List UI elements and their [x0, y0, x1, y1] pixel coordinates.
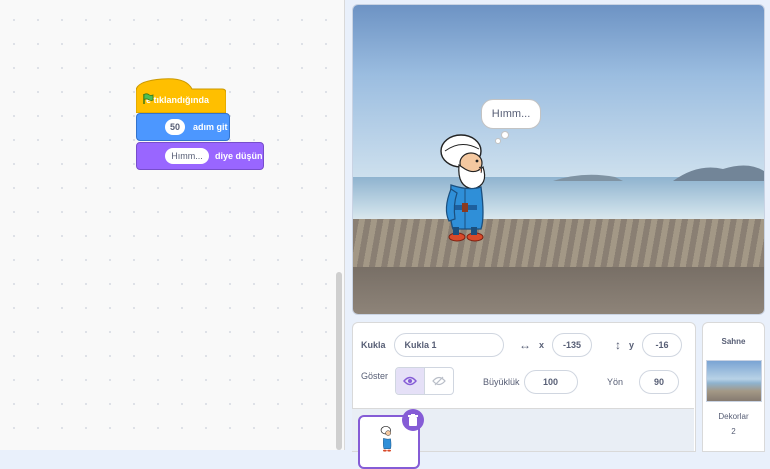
y-position-value: -16 — [655, 340, 669, 350]
direction-value: 90 — [654, 377, 665, 387]
hide-eye-slash-icon[interactable] — [425, 368, 453, 394]
vertical-arrows-icon: ↕ — [615, 338, 621, 352]
steps-input[interactable]: 50 — [165, 119, 185, 135]
sprite-character[interactable] — [435, 129, 497, 247]
stage[interactable]: Hımm... — [352, 4, 765, 315]
size-label: Büyüklük — [483, 377, 520, 387]
think-text-input[interactable]: Hımm... — [165, 148, 209, 164]
sprite-label: Kukla — [361, 340, 386, 350]
think-block[interactable]: Hımm... diye düşün — [136, 142, 264, 170]
x-position-value: -135 — [563, 340, 582, 350]
move-block-label: adım git — [193, 122, 228, 132]
x-label: x — [539, 340, 545, 350]
stage-selector-pane[interactable]: Sahne Dekorlar 2 — [702, 322, 765, 452]
vertical-scrollbar[interactable] — [336, 272, 342, 450]
think-bubble-text: Hımm... — [491, 108, 531, 120]
size-value: 100 — [543, 377, 559, 387]
move-steps-block[interactable]: 50 adım git — [136, 113, 230, 141]
script-area[interactable]: e tıklandığında 50 adım git Hımm... diye… — [0, 0, 345, 450]
when-flag-clicked-block[interactable]: e tıklandığında — [136, 77, 226, 113]
stage-pane-title: Sahne — [721, 337, 746, 346]
y-label: y — [629, 340, 635, 350]
x-position-field[interactable]: -135 — [552, 333, 593, 357]
sprite-name-value: Kukla 1 — [404, 340, 437, 350]
horizontal-arrows-icon: ↔ — [519, 338, 531, 352]
hat-block-label: e tıklandığında — [146, 95, 210, 105]
distant-hills — [553, 165, 764, 181]
think-block-label: diye düşün — [215, 151, 263, 161]
direction-label: Yön — [607, 377, 624, 387]
delete-sprite-trash-icon[interactable] — [402, 409, 424, 431]
size-field[interactable]: 100 — [523, 370, 578, 394]
sprite-name-field[interactable]: Kukla 1 — [393, 333, 504, 357]
show-label: Göster — [361, 371, 389, 381]
y-position-field[interactable]: -16 — [642, 333, 683, 357]
show-visible-eye-icon[interactable] — [396, 368, 425, 394]
backdrops-label: Dekorlar — [718, 412, 749, 421]
think-bubble-dot — [501, 131, 509, 139]
sprite-thumbnail-image — [380, 426, 392, 452]
visibility-toggle[interactable] — [395, 367, 454, 395]
backdrops-count: 2 — [731, 427, 736, 436]
sprite-list — [352, 408, 694, 469]
backdrop-thumbnail[interactable] — [705, 360, 762, 402]
think-bubble: Hımm... — [481, 99, 541, 129]
backdrop-ground — [353, 267, 764, 314]
direction-field[interactable]: 90 — [639, 370, 680, 394]
